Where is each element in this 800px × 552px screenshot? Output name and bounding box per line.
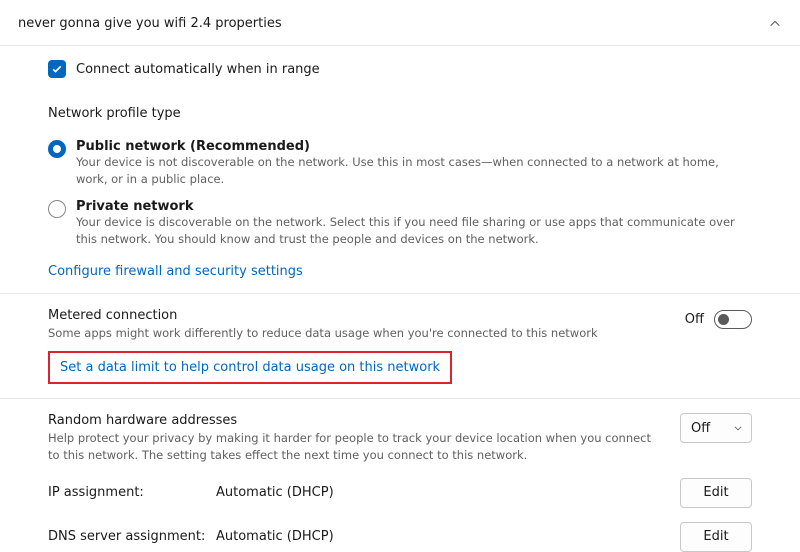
dns-label: DNS server assignment: [48,529,216,544]
dns-value: Automatic (DHCP) [216,529,334,544]
chevron-up-icon [768,17,782,31]
private-network-desc: Your device is discoverable on the netwo… [76,214,752,247]
ip-label: IP assignment: [48,485,216,500]
profile-type-heading: Network profile type [48,106,752,121]
public-network-option[interactable]: Public network (Recommended) Your device… [48,139,752,197]
data-limit-highlight: Set a data limit to help control data us… [48,351,452,384]
ip-value: Automatic (DHCP) [216,485,334,500]
divider [0,293,800,294]
check-icon [51,63,63,75]
random-mac-select[interactable]: Off [680,413,752,443]
metered-row: Metered connection Some apps might work … [48,308,752,342]
chevron-down-icon [733,423,743,433]
public-network-desc: Your device is not discoverable on the n… [76,154,752,187]
dns-edit-button[interactable]: Edit [680,522,752,552]
page-header[interactable]: never gonna give you wifi 2.4 properties [0,0,800,46]
public-network-label: Public network (Recommended) [76,139,752,154]
metered-toggle-wrap: Off [685,310,752,329]
divider [0,398,800,399]
firewall-settings-link[interactable]: Configure firewall and security settings [48,264,303,279]
ip-edit-button[interactable]: Edit [680,478,752,508]
auto-connect-checkbox[interactable] [48,60,66,78]
random-mac-title: Random hardware addresses [48,413,660,428]
private-network-body: Private network Your device is discovera… [76,199,752,257]
metered-desc: Some apps might work differently to redu… [48,325,665,342]
ip-row: IP assignment: Automatic (DHCP) Edit [48,478,752,508]
random-mac-value: Off [691,421,710,436]
auto-connect-row[interactable]: Connect automatically when in range [48,60,752,78]
random-mac-row: Random hardware addresses Help protect y… [48,413,752,463]
random-mac-desc: Help protect your privacy by making it h… [48,430,660,463]
data-limit-link[interactable]: Set a data limit to help control data us… [60,360,440,375]
page-title: never gonna give you wifi 2.4 properties [18,16,282,31]
page-content: Connect automatically when in range Netw… [0,46,800,552]
private-network-label: Private network [76,199,752,214]
metered-toggle[interactable] [714,310,752,329]
public-network-body: Public network (Recommended) Your device… [76,139,752,197]
metered-state-label: Off [685,312,704,327]
auto-connect-label: Connect automatically when in range [76,62,320,77]
private-network-option[interactable]: Private network Your device is discovera… [48,199,752,257]
dns-row: DNS server assignment: Automatic (DHCP) … [48,522,752,552]
private-network-radio[interactable] [48,200,66,218]
metered-title: Metered connection [48,308,665,323]
public-network-radio[interactable] [48,140,66,158]
